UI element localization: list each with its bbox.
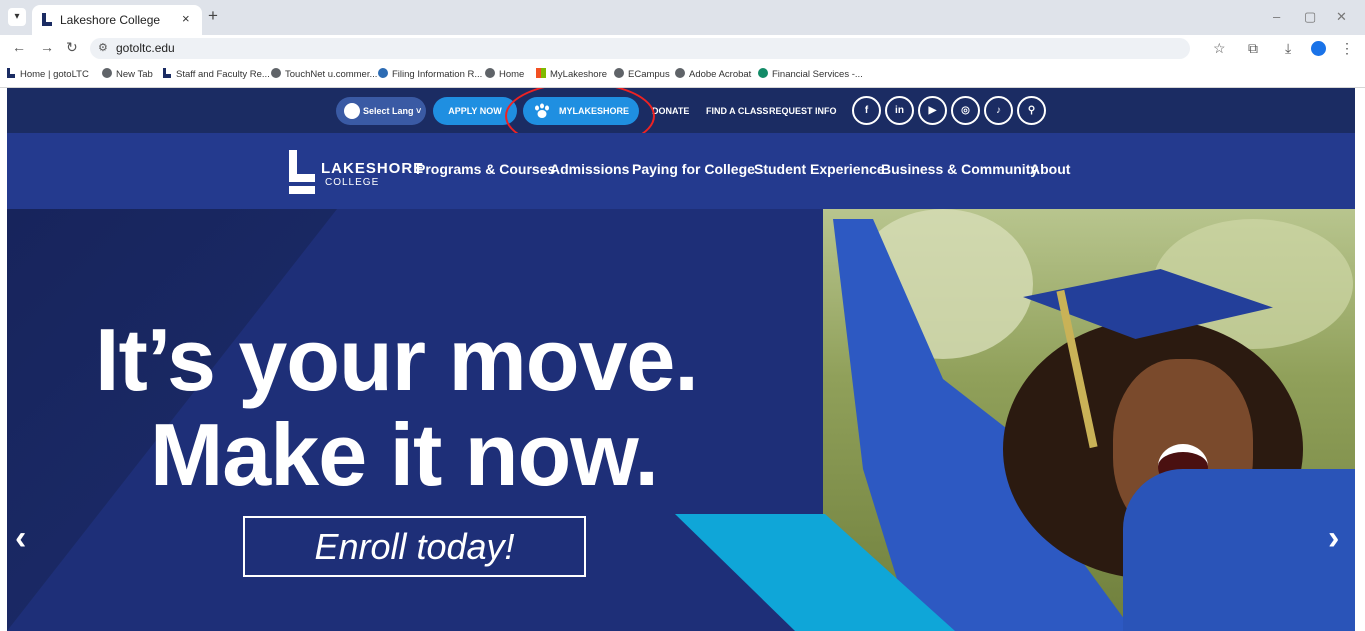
- youtube-icon[interactable]: ▶: [918, 96, 947, 125]
- back-icon[interactable]: ←: [12, 39, 26, 55]
- hero-headline-line1: It’s your move.: [95, 310, 699, 409]
- main-navigation: LAKESHORE COLLEGE Programs & Courses Adm…: [7, 133, 1355, 209]
- reload-icon[interactable]: ↻: [66, 39, 78, 56]
- tab-search-chevron-icon[interactable]: ▾: [8, 8, 26, 26]
- minimize-icon[interactable]: –: [1273, 9, 1280, 24]
- globe-icon: [271, 68, 281, 78]
- carousel-prev-icon[interactable]: ‹: [15, 519, 26, 558]
- globe-icon: [675, 68, 685, 78]
- utility-bar: Select Lang ˅ APPLY NOW MYLAKESHORE DONA…: [7, 88, 1355, 150]
- globe-icon: [485, 68, 495, 78]
- bookmark-item[interactable]: ECampus: [614, 68, 670, 80]
- address-toolbar: ← → ↻ ⚙ gotoltc.edu ☆ ⧉ ⤓ ⋮: [0, 35, 1365, 61]
- nav-business-community[interactable]: Business & Community: [881, 161, 1038, 177]
- request-info-link[interactable]: REQUEST INFO: [769, 106, 837, 116]
- bookmark-item[interactable]: Adobe Acrobat: [675, 68, 751, 80]
- enroll-today-button[interactable]: Enroll today!: [243, 516, 586, 577]
- tab-title: Lakeshore College: [60, 13, 161, 27]
- download-icon[interactable]: ⤓: [1285, 40, 1291, 57]
- new-tab-button[interactable]: +: [208, 6, 218, 26]
- bookmark-item[interactable]: Staff and Faculty Re...: [162, 68, 270, 80]
- logo-wordmark[interactable]: LAKESHORE: [321, 160, 424, 177]
- touchnet-icon: [378, 68, 388, 78]
- bookmark-item[interactable]: TouchNet u.commer...: [271, 68, 377, 80]
- globe-icon: [102, 68, 112, 78]
- tab-close-icon[interactable]: ×: [182, 11, 190, 26]
- browser-tab-bar: ▾ Lakeshore College × + – ▢ ✕: [0, 0, 1365, 35]
- nav-about[interactable]: About: [1030, 161, 1070, 177]
- extensions-icon[interactable]: ⧉: [1248, 40, 1258, 57]
- carousel-next-icon[interactable]: ›: [1328, 519, 1339, 558]
- apply-now-button[interactable]: APPLY NOW: [433, 97, 517, 125]
- hero-carousel: It’s your move. Make it now. Enroll toda…: [7, 209, 1355, 631]
- ltc-logo-icon: [7, 68, 15, 78]
- forward-icon[interactable]: →: [40, 39, 54, 55]
- bookmark-item[interactable]: Home: [485, 68, 524, 80]
- find-a-class-link[interactable]: FIND A CLASS: [706, 106, 768, 116]
- logo-subtitle: COLLEGE: [325, 177, 380, 188]
- nav-admissions[interactable]: Admissions: [550, 161, 629, 177]
- search-icon[interactable]: ⚲: [1017, 96, 1046, 125]
- url-text[interactable]: gotoltc.edu: [116, 41, 175, 55]
- bookmarks-bar: Home | gotoLTC New Tab Staff and Faculty…: [0, 61, 1365, 88]
- bookmark-item[interactable]: MyLakeshore: [536, 68, 607, 80]
- bookmark-item[interactable]: Filing Information R...: [378, 68, 482, 80]
- profile-avatar-icon[interactable]: [1311, 41, 1326, 56]
- microsoft-icon: [536, 68, 546, 78]
- globe-icon: [614, 68, 624, 78]
- menu-kebab-icon[interactable]: ⋮: [1340, 40, 1354, 57]
- bookmark-item[interactable]: Home | gotoLTC: [6, 68, 89, 80]
- ltc-logo-icon: [163, 68, 171, 78]
- bookmark-item[interactable]: Financial Services -...: [758, 68, 863, 80]
- donate-link[interactable]: DONATE: [652, 106, 689, 116]
- nav-student-experience[interactable]: Student Experience: [754, 161, 885, 177]
- linkedin-icon[interactable]: in: [885, 96, 914, 125]
- close-window-icon[interactable]: ✕: [1336, 9, 1347, 25]
- instagram-icon[interactable]: ◎: [951, 96, 980, 125]
- facebook-icon[interactable]: f: [852, 96, 881, 125]
- sharepoint-icon: [758, 68, 768, 78]
- ltc-favicon-icon: [42, 13, 52, 26]
- restore-icon[interactable]: ▢: [1304, 9, 1316, 25]
- tiktok-icon[interactable]: ♪: [984, 96, 1013, 125]
- nav-paying-for-college[interactable]: Paying for College: [632, 161, 755, 177]
- bookmark-star-icon[interactable]: ☆: [1213, 40, 1226, 57]
- tab-lakeshore-college[interactable]: Lakeshore College ×: [32, 5, 202, 35]
- hero-headline-line2: Make it now.: [150, 405, 659, 504]
- website-viewport: Select Lang ˅ APPLY NOW MYLAKESHORE DONA…: [7, 88, 1355, 631]
- nav-programs-courses[interactable]: Programs & Courses: [416, 161, 555, 177]
- globe-icon: [344, 103, 360, 119]
- lakeshore-logo-icon[interactable]: [287, 150, 317, 194]
- bookmark-item[interactable]: New Tab: [102, 68, 153, 80]
- address-bar[interactable]: ⚙ gotoltc.edu: [90, 38, 1190, 59]
- graduate-photo: [823, 209, 1355, 631]
- language-select[interactable]: Select Lang ˅: [336, 97, 426, 125]
- site-info-icon[interactable]: ⚙: [98, 41, 108, 54]
